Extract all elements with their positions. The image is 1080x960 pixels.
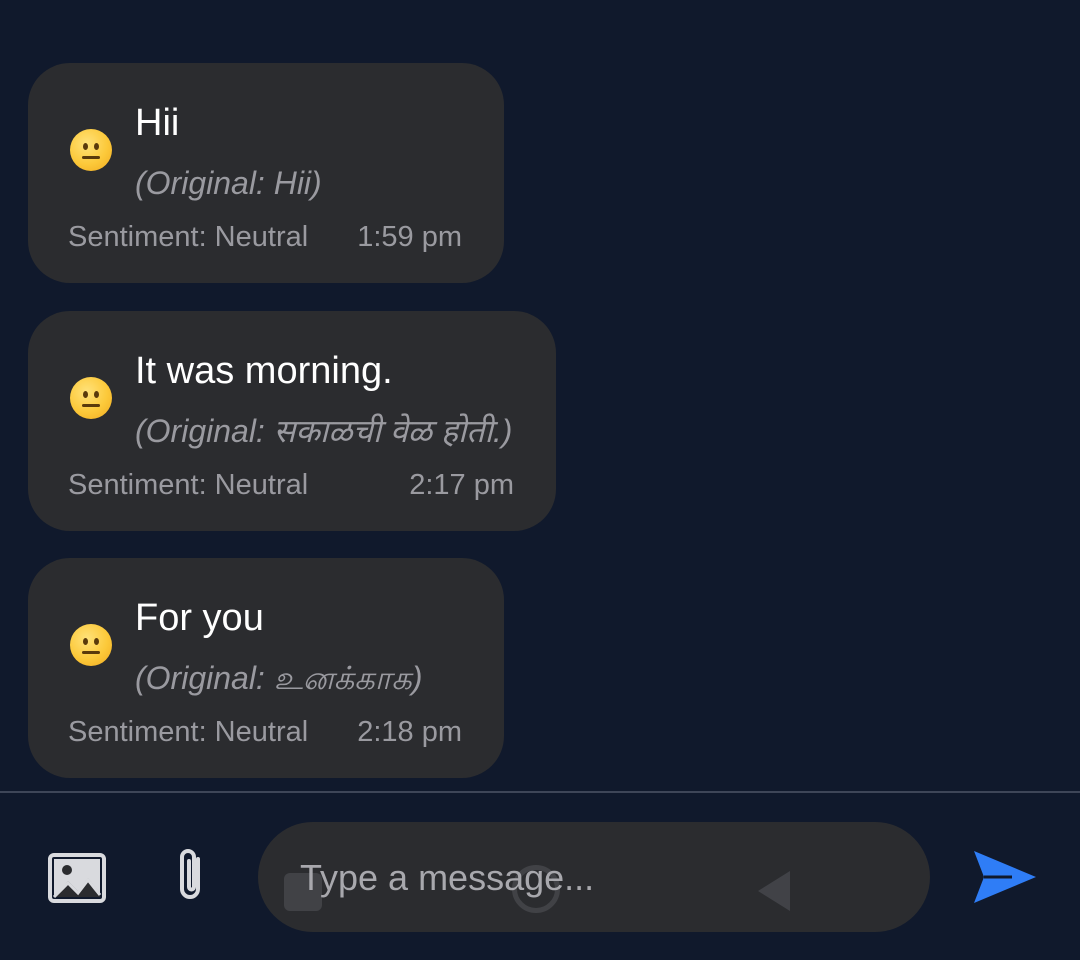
image-gallery-icon[interactable]	[48, 853, 106, 903]
message-time: 1:59 pm	[357, 221, 462, 253]
message-input[interactable]	[298, 822, 892, 934]
message-text: For you	[135, 597, 264, 639]
original-text: (Original: உனக்காக)	[135, 660, 423, 696]
message-bubble[interactable]: Hii (Original: Hii) Sentiment: Neutral 1…	[28, 63, 504, 283]
paperclip-icon[interactable]	[172, 847, 212, 905]
message-time: 2:18 pm	[357, 716, 462, 748]
message-text: Hii	[135, 102, 180, 144]
message-bubble[interactable]: It was morning. (Original: सकाळची वेळ हो…	[28, 311, 556, 531]
message-composer	[0, 793, 1080, 960]
message-list: Hii (Original: Hii) Sentiment: Neutral 1…	[0, 0, 1080, 790]
message-text: It was morning.	[135, 350, 393, 392]
message-bubble[interactable]: For you (Original: உனக்காக) Sentiment: N…	[28, 558, 504, 778]
neutral-face-icon	[70, 377, 112, 419]
message-time: 2:17 pm	[409, 469, 514, 501]
sentiment-label: Sentiment: Neutral	[68, 469, 309, 501]
sentiment-label: Sentiment: Neutral	[68, 716, 309, 748]
chat-screen: Hii (Original: Hii) Sentiment: Neutral 1…	[0, 0, 1080, 960]
neutral-face-icon	[70, 129, 112, 171]
sentiment-label: Sentiment: Neutral	[68, 221, 309, 253]
send-icon[interactable]	[972, 849, 1038, 905]
original-text: (Original: सकाळची वेळ होती.)	[135, 413, 513, 449]
message-input-container[interactable]	[258, 822, 930, 934]
neutral-face-icon	[70, 624, 112, 666]
original-text: (Original: Hii)	[135, 165, 322, 201]
